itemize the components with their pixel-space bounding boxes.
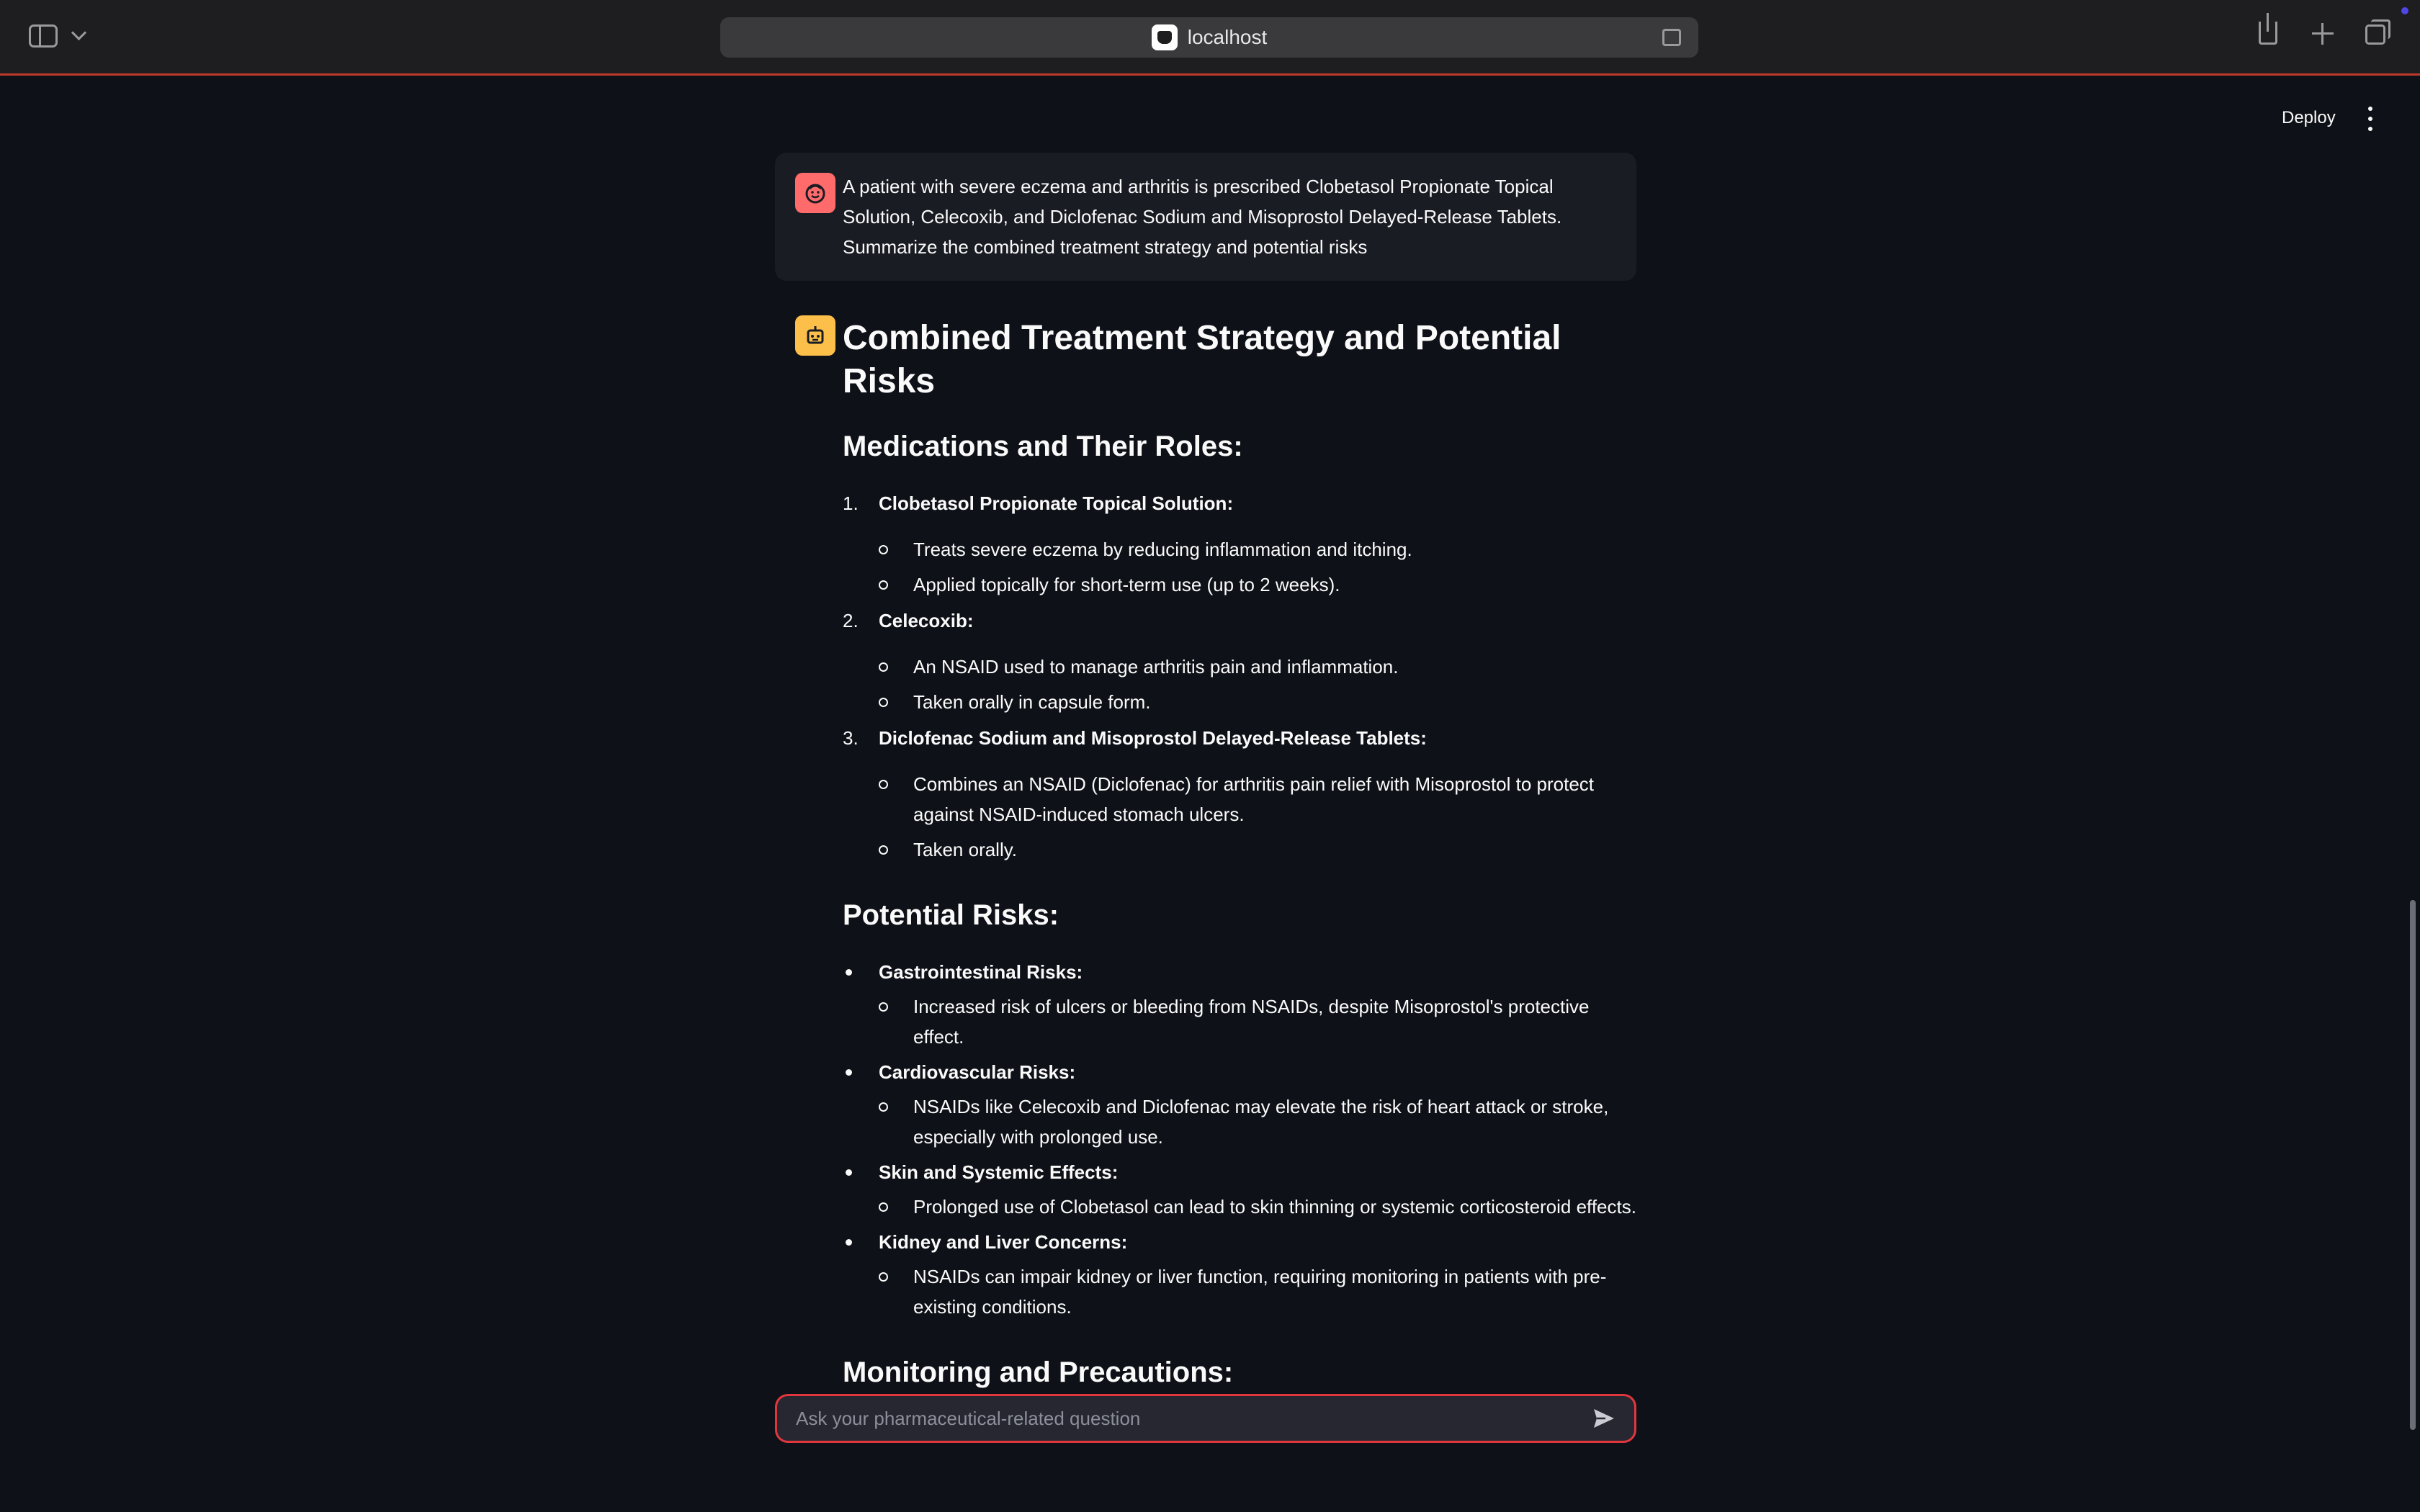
address-bar[interactable]: localhost (720, 17, 1698, 58)
list-item: Increased risk of ulcers or bleeding fro… (879, 991, 1636, 1052)
list-item: Cardiovascular Risks: NSAIDs like Celeco… (843, 1057, 1636, 1152)
list-item: Combines an NSAID (Diclofenac) for arthr… (879, 769, 1636, 829)
medication-name: Celecoxib (879, 610, 967, 631)
chat-container: A patient with severe eczema and arthrit… (775, 153, 1636, 1414)
medication-name: Diclofenac Sodium and Misoprostol Delaye… (879, 727, 1421, 749)
list-item: NSAIDs like Celecoxib and Diclofenac may… (879, 1092, 1636, 1152)
new-tab-icon[interactable] (2312, 23, 2334, 45)
chevron-down-icon[interactable] (71, 24, 87, 41)
risk-name: Gastrointestinal Risks (879, 961, 1077, 983)
smiling-face-icon (795, 173, 835, 213)
list-item: Applied topically for short-term use (up… (879, 570, 1636, 600)
list-item: Treats severe eczema by reducing inflamm… (879, 534, 1636, 564)
list-item: Prolonged use of Clobetasol can lead to … (879, 1192, 1636, 1222)
user-message: A patient with severe eczema and arthrit… (775, 153, 1636, 281)
url-text: localhost (1187, 26, 1268, 48)
share-icon[interactable] (2259, 13, 2277, 45)
robot-icon (795, 315, 835, 356)
notification-dot (2401, 7, 2408, 14)
main-menu-icon[interactable] (2367, 107, 2374, 131)
deploy-button[interactable]: Deploy (2273, 102, 2344, 134)
scrollbar-thumb[interactable] (2410, 900, 2416, 1430)
send-arrow-icon[interactable] (1591, 1405, 1617, 1431)
risk-name: Skin and Systemic Effects (879, 1161, 1112, 1183)
list-item: Taken orally. (879, 834, 1636, 865)
risk-name: Cardiovascular Risks (879, 1061, 1070, 1083)
list-item: 3. Diclofenac Sodium and Misoprostol Del… (843, 723, 1636, 865)
risk-name: Kidney and Liver Concerns (879, 1231, 1121, 1253)
list-item: 2. Celecoxib: An NSAID used to manage ar… (843, 606, 1636, 717)
list-item: Taken orally in capsule form. (879, 687, 1636, 717)
monitoring-heading: Monitoring and Precautions: (843, 1356, 1234, 1388)
medication-name: Clobetasol Propionate Topical Solution (879, 492, 1227, 514)
browser-toolbar: localhost (0, 0, 2420, 76)
site-favicon-icon (1151, 24, 1178, 50)
tab-overview-icon[interactable] (2365, 19, 2390, 45)
reader-mode-icon[interactable] (1662, 29, 1681, 46)
user-message-text: A patient with severe eczema and arthrit… (843, 176, 1562, 258)
list-item: 1. Clobetasol Propionate Topical Solutio… (843, 488, 1636, 600)
chat-input-container (775, 1394, 1636, 1443)
list-item: NSAIDs can impair kidney or liver functi… (879, 1261, 1636, 1322)
list-item: An NSAID used to manage arthritis pain a… (879, 652, 1636, 682)
list-item: Kidney and Liver Concerns: NSAIDs can im… (843, 1227, 1636, 1322)
medications-list: 1. Clobetasol Propionate Topical Solutio… (843, 488, 1636, 865)
risks-list: Gastrointestinal Risks: Increased risk o… (843, 957, 1636, 1322)
response-title: Combined Treatment Strategy and Potentia… (843, 319, 1561, 400)
list-item: Skin and Systemic Effects: Prolonged use… (843, 1157, 1636, 1222)
risks-heading: Potential Risks: (843, 899, 1059, 931)
sidebar-toggle-icon[interactable] (29, 24, 58, 48)
medications-heading: Medications and Their Roles: (843, 431, 1243, 462)
list-item: Gastrointestinal Risks: Increased risk o… (843, 957, 1636, 1052)
chat-input[interactable] (794, 1406, 1591, 1431)
assistant-message: Combined Treatment Strategy and Potentia… (775, 315, 1636, 1391)
